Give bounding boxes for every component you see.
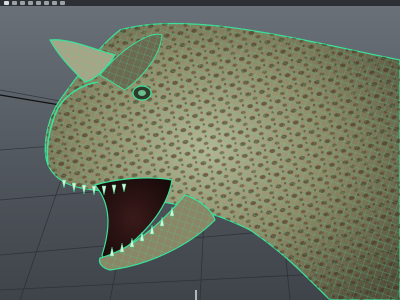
scene-canvas[interactable]: [0, 0, 400, 300]
axis-line: [0, 94, 61, 106]
dinosaur-head-model: [44, 22, 400, 300]
3d-viewport[interactable]: [0, 0, 400, 300]
